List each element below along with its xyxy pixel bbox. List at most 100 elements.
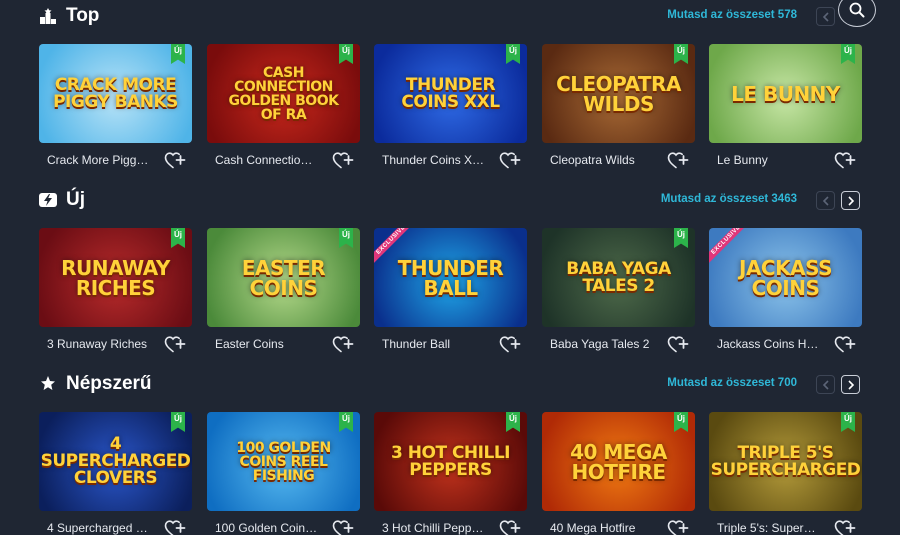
- game-thumbnail[interactable]: EASTER COINS Új: [207, 228, 360, 327]
- add-favorite-button[interactable]: [332, 518, 354, 535]
- add-favorite-button[interactable]: [332, 334, 354, 354]
- star-burst-icon: [38, 374, 58, 394]
- heart-plus-icon: [667, 336, 689, 353]
- game-title[interactable]: 3 Hot Chilli Peppers: [374, 521, 486, 535]
- game-card[interactable]: THUNDER COINS XXL Új Thunder Coins XXL: [374, 44, 527, 172]
- game-title[interactable]: Thunder Coins XXL: [374, 153, 486, 167]
- game-thumbnail[interactable]: 4 SUPERCHARGED CLOVERS Új: [39, 412, 192, 511]
- chevron-left-icon: [822, 379, 829, 390]
- game-thumbnail[interactable]: CLEOPATRA WILDS Új: [542, 44, 695, 143]
- game-card[interactable]: CASH CONNECTION GOLDEN BOOK OF RA Új Cash …: [207, 44, 360, 172]
- game-logo: 4 SUPERCHARGED CLOVERS: [39, 412, 192, 511]
- game-thumbnail[interactable]: 40 MEGA HOTFIRE Új: [542, 412, 695, 511]
- card-footer: Baba Yaga Tales 2: [542, 332, 695, 356]
- section-header: Népszerű: [38, 370, 152, 398]
- game-title[interactable]: 100 Golden Coins Reel Fishing: [207, 521, 319, 535]
- game-thumbnail[interactable]: CASH CONNECTION GOLDEN BOOK OF RA Új: [207, 44, 360, 143]
- game-logo: BABA YAGA TALES 2: [542, 228, 695, 327]
- add-favorite-button[interactable]: [164, 150, 186, 170]
- add-favorite-button[interactable]: [834, 150, 856, 170]
- game-logo: CASH CONNECTION GOLDEN BOOK OF RA: [207, 44, 360, 143]
- game-card[interactable]: CRACK MORE PIGGY BANKS Új Crack More Piggy…: [39, 44, 192, 172]
- game-thumbnail[interactable]: CRACK MORE PIGGY BANKS Új: [39, 44, 192, 143]
- card-footer: Cleopatra Wilds: [542, 148, 695, 172]
- game-logo-text: 40 MEGA HOTFIRE: [570, 439, 667, 484]
- game-card[interactable]: 4 SUPERCHARGED CLOVERS Új 4 Supercharged C…: [39, 412, 192, 535]
- add-favorite-button[interactable]: [164, 518, 186, 535]
- game-thumbnail[interactable]: LE BUNNY Új: [709, 44, 862, 143]
- game-card[interactable]: 100 GOLDEN COINS REEL FISHING Új 100 Golde…: [207, 412, 360, 535]
- game-logo: 100 GOLDEN COINS REEL FISHING: [207, 412, 360, 511]
- add-favorite-button[interactable]: [834, 334, 856, 354]
- game-thumbnail[interactable]: TRIPLE 5'S SUPERCHARGED Új: [709, 412, 862, 511]
- add-favorite-button[interactable]: [667, 518, 689, 535]
- see-all-link[interactable]: Mutasd az összeset 3463: [661, 193, 797, 205]
- game-title[interactable]: Jackass Coins Hold & Win: [709, 337, 821, 351]
- game-title[interactable]: 40 Mega Hotfire: [542, 521, 654, 535]
- heart-plus-icon: [332, 336, 354, 353]
- game-thumbnail[interactable]: 3 HOT CHILLI PEPPERS Új: [374, 412, 527, 511]
- search-button[interactable]: [838, 0, 876, 27]
- card-footer: 40 Mega Hotfire: [542, 516, 695, 535]
- game-thumbnail[interactable]: THUNDER COINS XXL Új: [374, 44, 527, 143]
- add-favorite-button[interactable]: [667, 150, 689, 170]
- add-favorite-button[interactable]: [499, 518, 521, 535]
- game-thumbnail[interactable]: JACKASS COINS EXCLUSIVE: [709, 228, 862, 327]
- game-card[interactable]: CLEOPATRA WILDS Új Cleopatra Wilds: [542, 44, 695, 172]
- add-favorite-button[interactable]: [164, 334, 186, 354]
- card-footer: Le Bunny: [709, 148, 862, 172]
- game-title[interactable]: Cash Connection Golden Book of Ra: [207, 153, 319, 167]
- game-title[interactable]: Crack More Piggy Banks: [39, 153, 151, 167]
- add-favorite-button[interactable]: [667, 334, 689, 354]
- game-title[interactable]: 3 Runaway Riches: [39, 337, 151, 351]
- heart-plus-icon: [499, 152, 521, 169]
- see-all-link[interactable]: Mutasd az összeset 700: [667, 377, 797, 389]
- game-title[interactable]: Triple 5's: Supercharged: [709, 521, 821, 535]
- carousel-prev-button[interactable]: [816, 375, 835, 394]
- heart-plus-icon: [834, 520, 856, 535]
- game-logo-text: CASH CONNECTION GOLDEN BOOK OF RA: [228, 64, 339, 123]
- game-card[interactable]: 3 HOT CHILLI PEPPERS Új 3 Hot Chilli Peppe…: [374, 412, 527, 535]
- game-logo-text: CLEOPATRA WILDS: [556, 71, 681, 116]
- add-favorite-button[interactable]: [499, 334, 521, 354]
- carousel-next-button[interactable]: [841, 375, 860, 394]
- game-thumbnail[interactable]: THUNDER BALL EXCLUSIVE: [374, 228, 527, 327]
- carousel-prev-button[interactable]: [816, 191, 835, 210]
- add-favorite-button[interactable]: [834, 518, 856, 535]
- card-footer: 3 Hot Chilli Peppers: [374, 516, 527, 535]
- chevron-left-icon: [822, 11, 829, 22]
- game-card[interactable]: THUNDER BALL EXCLUSIVE Thunder Ball: [374, 228, 527, 356]
- game-logo-text: THUNDER BALL: [397, 255, 504, 300]
- game-card[interactable]: 40 MEGA HOTFIRE Új 40 Mega Hotfire: [542, 412, 695, 535]
- card-footer: Crack More Piggy Banks: [39, 148, 192, 172]
- game-thumbnail[interactable]: RUNAWAY RICHES Új: [39, 228, 192, 327]
- game-card[interactable]: RUNAWAY RICHES Új 3 Runaway Riches: [39, 228, 192, 356]
- add-favorite-button[interactable]: [332, 150, 354, 170]
- card-footer: Easter Coins: [207, 332, 360, 356]
- game-card[interactable]: LE BUNNY Új Le Bunny: [709, 44, 862, 172]
- game-logo: THUNDER COINS XXL: [374, 44, 527, 143]
- game-thumbnail[interactable]: 100 GOLDEN COINS REEL FISHING Új: [207, 412, 360, 511]
- section-header: Új: [38, 186, 85, 214]
- game-title[interactable]: Thunder Ball: [374, 337, 486, 351]
- carousel-prev-button[interactable]: [816, 7, 835, 26]
- game-logo: 3 HOT CHILLI PEPPERS: [374, 412, 527, 511]
- heart-plus-icon: [834, 336, 856, 353]
- game-title[interactable]: 4 Supercharged Clovers: [39, 521, 151, 535]
- section-title: Népszerű: [66, 373, 152, 394]
- game-title[interactable]: Cleopatra Wilds: [542, 153, 654, 167]
- add-favorite-button[interactable]: [499, 150, 521, 170]
- game-card[interactable]: TRIPLE 5'S SUPERCHARGED Új Triple 5's: Sup…: [709, 412, 862, 535]
- game-card[interactable]: BABA YAGA TALES 2 Új Baba Yaga Tales 2: [542, 228, 695, 356]
- game-logo-text: BABA YAGA TALES 2: [566, 258, 671, 296]
- game-title[interactable]: Le Bunny: [709, 153, 821, 167]
- heart-plus-icon: [164, 152, 186, 169]
- game-card[interactable]: JACKASS COINS EXCLUSIVE Jackass Coins Hold…: [709, 228, 862, 356]
- game-title[interactable]: Easter Coins: [207, 337, 319, 351]
- game-thumbnail[interactable]: BABA YAGA TALES 2 Új: [542, 228, 695, 327]
- chevron-right-icon: [847, 195, 854, 206]
- game-card[interactable]: EASTER COINS Új Easter Coins: [207, 228, 360, 356]
- carousel-next-button[interactable]: [841, 191, 860, 210]
- game-title[interactable]: Baba Yaga Tales 2: [542, 337, 654, 351]
- see-all-link[interactable]: Mutasd az összeset 578: [667, 9, 797, 21]
